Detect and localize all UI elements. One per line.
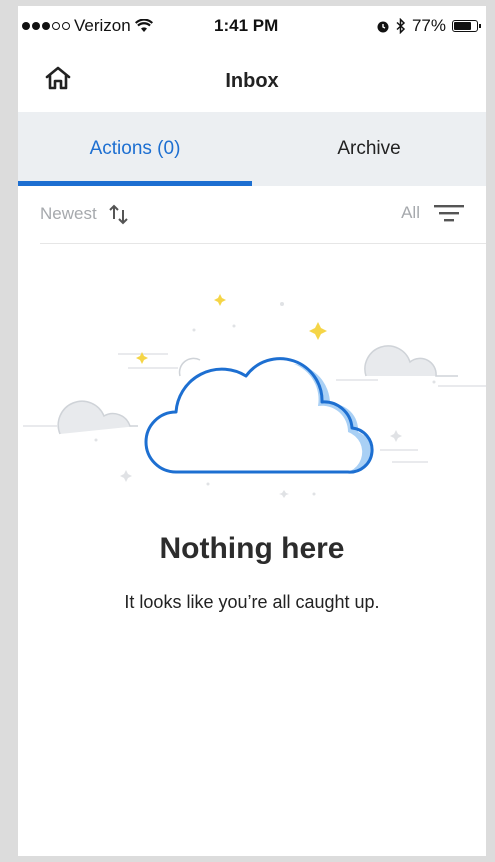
status-right: 77% (376, 16, 481, 36)
filter-label: All (401, 203, 420, 222)
battery-percent: 77% (411, 16, 446, 35)
bluetooth-icon (396, 18, 406, 34)
status-left: Verizon (22, 16, 153, 36)
app-header: Inbox (18, 46, 486, 112)
empty-state-title: Nothing here (159, 532, 345, 565)
status-time: 1:41 PM (214, 16, 279, 35)
tab-bar: Actions (0) Archive (18, 112, 486, 186)
carrier-name: Verizon (74, 16, 131, 35)
page-title: Inbox (225, 70, 279, 92)
filter-button[interactable]: All (401, 202, 464, 224)
phone-screen: Verizon 1:41 PM 77% Inbox Actions (0) Ar… (18, 6, 486, 856)
filter-row: Newest All (40, 186, 486, 244)
alarm-icon (377, 21, 389, 33)
filter-lines-icon (434, 205, 464, 222)
sort-arrows-icon (108, 204, 128, 225)
sort-label: Newest (40, 204, 97, 223)
tab-archive-label: Archive (337, 138, 401, 159)
battery-icon (452, 20, 481, 32)
signal-dots-icon (22, 22, 70, 30)
empty-state-subtitle: It looks like you’re all caught up. (124, 592, 380, 612)
sort-button[interactable]: Newest (40, 202, 131, 226)
tab-archive[interactable]: Archive (252, 112, 486, 186)
status-bar: Verizon 1:41 PM 77% (18, 6, 486, 46)
tab-actions[interactable]: Actions (0) (18, 112, 252, 186)
tab-actions-label: Actions (0) (89, 138, 181, 159)
wifi-icon (134, 19, 153, 32)
cloud-illustration (23, 294, 486, 498)
